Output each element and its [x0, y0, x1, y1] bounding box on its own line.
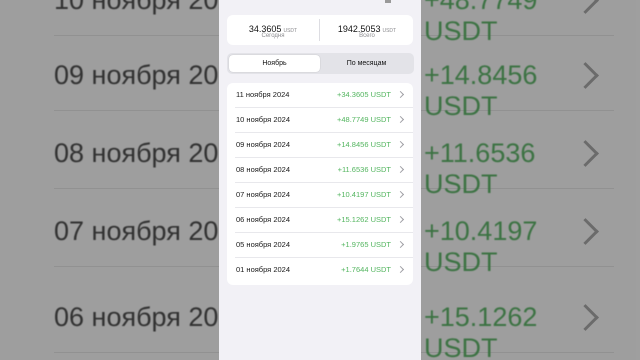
- summary-today: 34.3605 USDT Сегодня: [227, 15, 319, 45]
- summary-total: 1942.5053 USDT Всего: [321, 15, 413, 45]
- summary-divider: [319, 19, 320, 41]
- chevron-right-icon: [396, 165, 405, 174]
- chevron-right-icon: [396, 190, 405, 199]
- chevron-right-icon: [396, 265, 405, 274]
- row-date: 07 ноября 2024: [236, 190, 291, 199]
- chevron-right-icon: [396, 140, 405, 149]
- segment-by-months[interactable]: По месяцам: [321, 55, 412, 72]
- row-amount: +10.4197 USDT: [337, 190, 391, 199]
- daily-earnings-list: 11 ноября 2024 +34.3605 USDT 10 ноября 2…: [227, 83, 413, 285]
- phone-screen: 34.3605 USDT Сегодня 1942.5053 USDT Всего …: [219, 0, 421, 360]
- row-amount: +14.8456 USDT: [337, 140, 391, 149]
- row-amount: +15.1262 USDT: [337, 215, 391, 224]
- summary-card: 34.3605 USDT Сегодня 1942.5053 USDT Всего: [227, 15, 413, 45]
- row-amount: +1.9765 USDT: [341, 240, 391, 249]
- row-date: 06 ноября 2024: [236, 215, 291, 224]
- chevron-right-icon: [396, 215, 405, 224]
- list-item[interactable]: 01 ноября 2024 +1.7644 USDT: [227, 258, 413, 283]
- row-date: 09 ноября 2024: [236, 140, 291, 149]
- list-item[interactable]: 09 ноября 2024 +14.8456 USDT: [227, 133, 413, 158]
- period-segmented-control: Ноябрь По месяцам: [227, 53, 414, 74]
- list-item[interactable]: 05 ноября 2024 +1.9765 USDT: [227, 233, 413, 258]
- row-amount: +11.6536 USDT: [337, 165, 391, 174]
- row-date: 05 ноября 2024: [236, 240, 291, 249]
- segment-current-month[interactable]: Ноябрь: [229, 55, 320, 72]
- row-amount: +48.7749 USDT: [337, 115, 391, 124]
- row-date: 08 ноября 2024: [236, 165, 291, 174]
- today-label: Сегодня: [261, 33, 285, 39]
- chevron-right-icon: [396, 90, 405, 99]
- total-label: Всего: [359, 33, 375, 39]
- chevron-right-icon: [396, 240, 405, 249]
- row-date: 11 ноября 2024: [236, 90, 290, 99]
- list-item[interactable]: 11 ноября 2024 +34.3605 USDT: [227, 83, 413, 108]
- chevron-right-icon: [396, 115, 405, 124]
- row-date: 01 ноября 2024: [236, 265, 291, 274]
- list-item[interactable]: 06 ноября 2024 +15.1262 USDT: [227, 208, 413, 233]
- row-amount: +1.7644 USDT: [341, 265, 391, 274]
- list-item[interactable]: 08 ноября 2024 +11.6536 USDT: [227, 158, 413, 183]
- row-date: 10 ноября 2024: [236, 115, 291, 124]
- list-item[interactable]: 07 ноября 2024 +10.4197 USDT: [227, 183, 413, 208]
- row-amount: +34.3605 USDT: [337, 90, 391, 99]
- status-bar-fragment: [385, 0, 391, 3]
- list-item[interactable]: 10 ноября 2024 +48.7749 USDT: [227, 108, 413, 133]
